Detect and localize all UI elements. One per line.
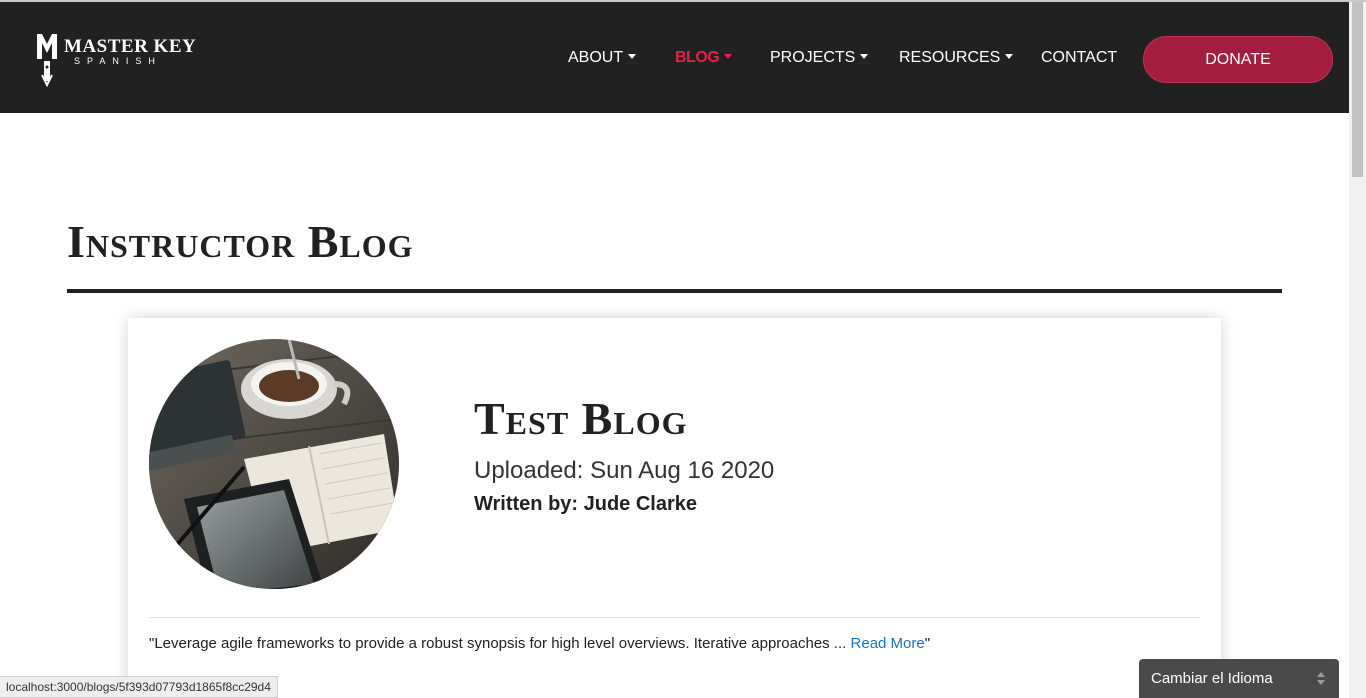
coffee-notebook-tablet-image (149, 339, 399, 589)
blog-thumbnail[interactable] (149, 339, 399, 589)
select-arrows-icon (1317, 672, 1325, 685)
blog-excerpt: "Leverage agile frameworks to provide a … (149, 635, 930, 652)
excerpt-closing-quote: " (924, 635, 931, 652)
nav-projects[interactable]: PROJECTS (770, 49, 869, 67)
read-more-link[interactable]: Read More (851, 635, 925, 652)
blog-author: Written by: Jude Clarke (474, 493, 698, 515)
language-selector-label: Cambiar el Idioma (1151, 670, 1273, 687)
blog-title[interactable]: Test Blog (474, 392, 687, 445)
caret-down-icon (1005, 54, 1014, 59)
title-divider (67, 289, 1282, 293)
nav-blog-label: BLOG (675, 49, 720, 66)
blog-card: Test Blog Uploaded: Sun Aug 16 2020 Writ… (128, 318, 1221, 698)
scrollbar-thumb[interactable] (1352, 2, 1363, 177)
nav-contact[interactable]: CONTACT (1041, 49, 1117, 67)
brand-subtitle: SPANISH (74, 56, 162, 66)
caret-down-icon (724, 54, 733, 59)
key-logo-icon (37, 34, 57, 88)
nav-resources-label: RESOURCES (899, 49, 1001, 66)
donate-button[interactable]: DONATE (1143, 36, 1333, 83)
brand-name: MASTER KEY (64, 36, 197, 57)
nav-blog[interactable]: BLOG (675, 49, 733, 67)
nav-resources[interactable]: RESOURCES (899, 49, 1014, 67)
nav-about[interactable]: ABOUT (568, 49, 637, 67)
excerpt-text: "Leverage agile frameworks to provide a … (149, 635, 851, 652)
blog-upload-date: Uploaded: Sun Aug 16 2020 (474, 457, 775, 484)
language-selector[interactable]: Cambiar el Idioma (1139, 659, 1339, 698)
caret-down-icon (628, 54, 637, 59)
nav-contact-label: CONTACT (1041, 49, 1118, 66)
navbar: MASTER KEY SPANISH ABOUT BLOG PROJECTS R… (0, 2, 1349, 113)
vertical-scrollbar[interactable] (1349, 2, 1366, 698)
brand-logo[interactable]: MASTER KEY SPANISH (34, 29, 196, 89)
page-title: Instructor Blog (67, 216, 414, 267)
card-divider (149, 617, 1200, 618)
caret-down-icon (860, 54, 869, 59)
status-bar-url: localhost:3000/blogs/5f393d07793d1865f8c… (0, 676, 278, 698)
nav-about-label: ABOUT (568, 49, 624, 66)
nav-projects-label: PROJECTS (770, 49, 856, 66)
